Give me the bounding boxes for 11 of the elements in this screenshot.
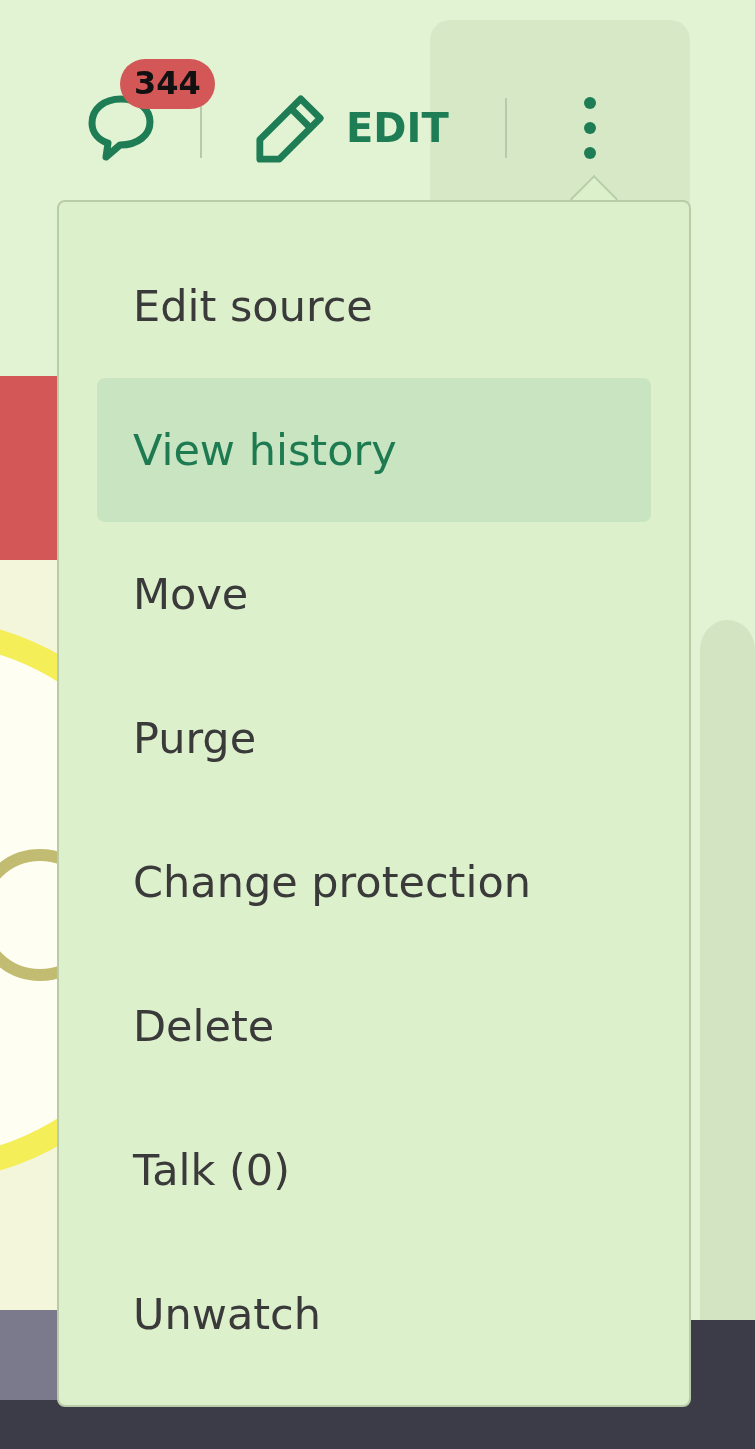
menu-item[interactable]: Edit source [97,234,651,378]
menu-item[interactable]: Change protection [97,810,651,954]
menu-item[interactable]: Talk (0) [97,1098,651,1242]
menu-item[interactable]: Unwatch [97,1242,651,1386]
notification-badge: 344 [120,59,215,109]
menu-item[interactable]: View history [97,378,651,522]
menu-item[interactable]: Purge [97,666,651,810]
menu-item[interactable]: Move [97,522,651,666]
edit-button[interactable]: EDIT [254,91,449,165]
menu-item[interactable]: Delete [97,954,651,1098]
speech-bubble-icon[interactable] [86,93,156,163]
